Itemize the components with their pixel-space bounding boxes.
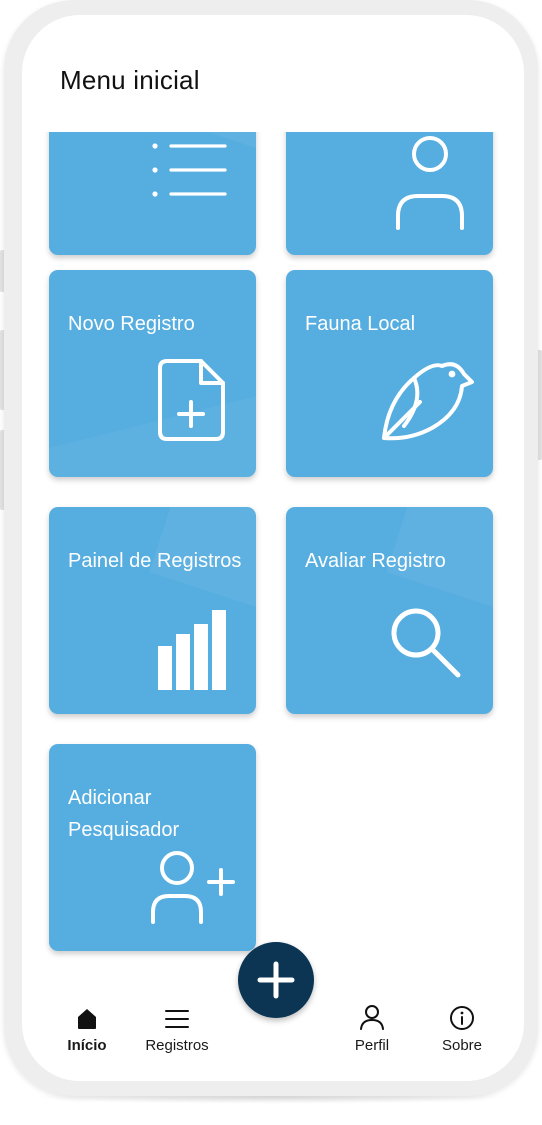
tile-label: Painel de Registros [68,550,242,572]
nav-item-registros[interactable]: Registros [137,975,217,1075]
add-fab-button[interactable] [238,942,314,1018]
menu-tile-profile[interactable] [286,132,493,255]
bottom-nav: Início Registros Perfil Sobre [22,942,524,1081]
user-icon [360,1005,384,1030]
bird-icon [382,362,474,441]
menu-tile-adicionar-pesquisador[interactable]: Adicionar Pesquisador [49,744,256,951]
app-screen: Menu inicial Novo Registro Fauna Local P… [22,15,524,1081]
menu-icon [165,1010,189,1028]
tile-label: Fauna Local [305,313,416,335]
user-add-icon [151,851,235,924]
menu-tile-avaliar-registro[interactable]: Avaliar Registro [286,507,493,714]
plus-icon [257,961,295,999]
menu-tile-painel-registros[interactable]: Painel de Registros [49,507,256,714]
tile-label: Avaliar Registro [305,550,446,572]
nav-item-perfil[interactable]: Perfil [332,975,412,1075]
tile-label: Adicionar Pesquisador [68,787,180,841]
info-icon [450,1006,474,1030]
menu-tile-fauna-local[interactable]: Fauna Local [286,270,493,477]
menu-tile-novo-registro[interactable]: Novo Registro [49,270,256,477]
menu-tile-list[interactable] [49,132,256,255]
nav-label: Sobre [441,1037,483,1054]
user-icon [396,136,464,230]
file-add-icon [158,359,225,441]
nav-label: Registros [145,1037,209,1054]
search-icon [391,608,461,678]
menu-grid[interactable]: Novo Registro Fauna Local Painel de Regi… [22,132,524,972]
nav-item-inicio[interactable]: Início [47,975,127,1075]
list-icon [152,143,227,197]
nav-label: Início [67,1037,107,1054]
nav-label: Perfil [354,1037,390,1054]
page-title: Menu inicial [60,65,200,95]
bar-chart-icon [158,610,226,690]
nav-item-sobre[interactable]: Sobre [422,975,502,1075]
tile-label: Novo Registro [68,313,195,335]
home-icon [78,1009,96,1029]
phone-frame: Menu inicial Novo Registro Fauna Local P… [4,0,538,1096]
